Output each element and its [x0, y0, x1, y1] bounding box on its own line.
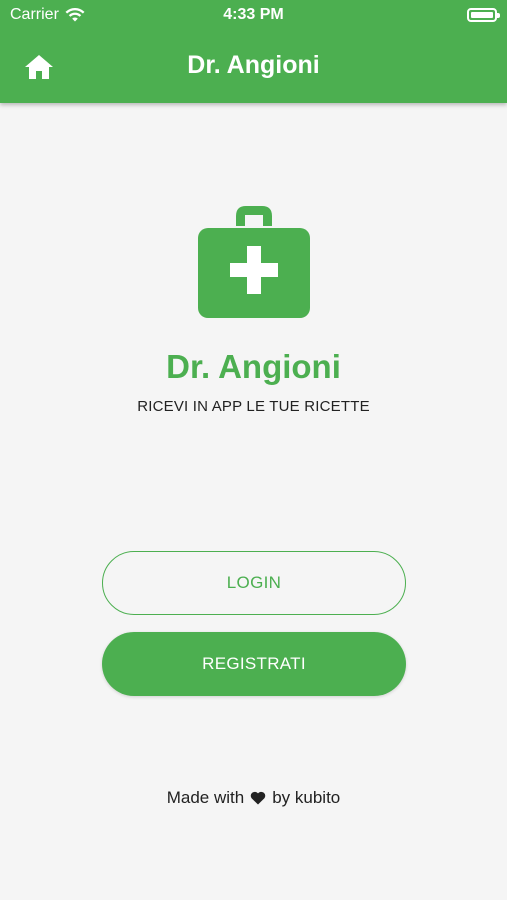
- footer-credit: Made with by kubito: [0, 788, 507, 808]
- app-bar-title: Dr. Angioni: [187, 51, 320, 79]
- footer-made-with: Made with: [166, 788, 245, 807]
- register-button[interactable]: REGISTRATI: [102, 632, 406, 696]
- brand-name: Dr. Angioni: [166, 348, 341, 385]
- footer-by: by kubito: [272, 788, 341, 807]
- app-bar: Carrier 4:33 PM Dr. Angioni: [0, 0, 507, 103]
- status-bar: Carrier 4:33 PM: [0, 0, 507, 30]
- login-button[interactable]: LOGIN: [102, 551, 406, 615]
- tagline: RICEVI IN APP LE TUE RICETTE: [137, 398, 370, 415]
- battery-icon: [467, 8, 500, 22]
- heart-icon: [250, 791, 266, 805]
- medical-kit-icon: [196, 204, 312, 320]
- status-time: 4:33 PM: [223, 6, 284, 23]
